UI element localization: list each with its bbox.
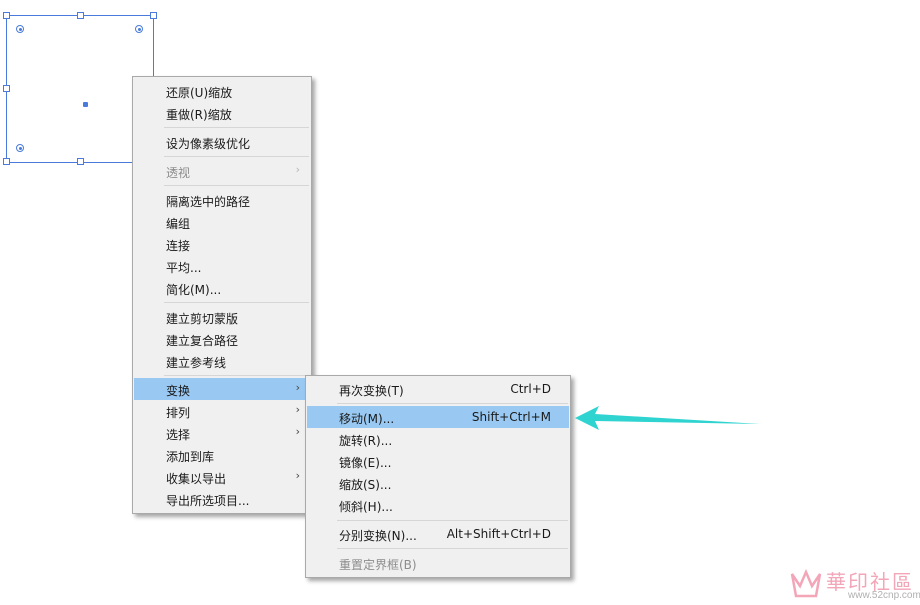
submenu-item-move[interactable]: 移动(M)... Shift+Ctrl+M [307,406,569,428]
menu-item-label: 再次变换(T) [339,384,404,398]
menu-item-simplify[interactable]: 简化(M)... [134,277,310,299]
submenu-item-rotate[interactable]: 旋转(R)... [307,428,569,450]
menu-separator [164,127,309,128]
menu-item-perspective: 透视 › [134,160,310,182]
menu-item-label: 重做(R)缩放 [166,108,232,122]
menu-separator [337,548,568,549]
menu-item-transform[interactable]: 变换 › [134,378,310,400]
annotation-arrow-shape [575,406,760,430]
menu-item-label: 旋转(R)... [339,434,393,448]
menu-separator [337,403,568,404]
menu-item-label: 设为像素级优化 [166,137,251,151]
submenu-arrow-icon: › [295,381,300,394]
menu-item-label: 连接 [166,239,191,253]
menu-item-shortcut: Alt+Shift+Ctrl+D [446,527,551,541]
menu-separator [164,156,309,157]
submenu-item-shear[interactable]: 倾斜(H)... [307,494,569,516]
resize-handle-top-middle[interactable] [77,12,84,19]
submenu-arrow-icon: › [295,469,300,482]
menu-item-label: 建立复合路径 [166,334,239,348]
menu-item-label: 建立参考线 [166,356,227,370]
corner-widget-top-left[interactable] [16,25,24,33]
menu-item-label: 选择 [166,428,191,442]
menu-item-average[interactable]: 平均... [134,255,310,277]
menu-item-label: 隔离选中的路径 [166,195,251,209]
menu-item-make-guides[interactable]: 建立参考线 [134,350,310,372]
menu-item-label: 添加到库 [166,450,215,464]
menu-item-shortcut: Ctrl+D [510,382,551,396]
watermark-logo-icon [790,568,822,598]
submenu-item-reset-bounding-box: 重置定界框(B) [307,552,569,574]
menu-item-label: 镜像(E)... [339,456,392,470]
menu-item-export-selection[interactable]: 导出所选项目... [134,488,310,510]
menu-item-label: 简化(M)... [166,283,222,297]
menu-item-collect-for-export[interactable]: 收集以导出 › [134,466,310,488]
menu-item-arrange[interactable]: 排列 › [134,400,310,422]
transform-submenu: 再次变换(T) Ctrl+D 移动(M)... Shift+Ctrl+M 旋转(… [305,375,571,578]
menu-separator [164,302,309,303]
menu-item-label: 建立剪切蒙版 [166,312,239,326]
center-point [83,102,88,107]
resize-handle-top-left[interactable] [3,12,10,19]
menu-item-pixel-perfect[interactable]: 设为像素级优化 [134,131,310,153]
submenu-item-transform-again[interactable]: 再次变换(T) Ctrl+D [307,378,569,400]
watermark-url: www.52cnp.com [848,590,920,601]
menu-item-undo-scale[interactable]: 还原(U)缩放 [134,80,310,102]
resize-handle-bottom-middle[interactable] [77,158,84,165]
menu-item-join[interactable]: 连接 [134,233,310,255]
menu-item-isolate-path[interactable]: 隔离选中的路径 [134,189,310,211]
menu-separator [337,520,568,521]
menu-separator [164,185,309,186]
context-menu: 还原(U)缩放 重做(R)缩放 设为像素级优化 透视 › 隔离选中的路径 编组 … [132,76,312,514]
menu-item-label: 排列 [166,406,191,420]
annotation-arrow-icon [575,406,760,430]
menu-item-label: 重置定界框(B) [339,558,417,572]
resize-handle-bottom-left[interactable] [3,158,10,165]
submenu-arrow-icon: › [295,425,300,438]
resize-handle-top-right[interactable] [150,12,157,19]
corner-widget-bottom-left[interactable] [16,144,24,152]
watermark: 華印社區 www.52cnp.com [788,566,920,604]
menu-item-select[interactable]: 选择 › [134,422,310,444]
menu-item-redo-scale[interactable]: 重做(R)缩放 [134,102,310,124]
menu-item-label: 分别变换(N)... [339,529,417,543]
menu-item-label: 还原(U)缩放 [166,86,233,100]
menu-item-label: 缩放(S)... [339,478,392,492]
corner-widget-top-right[interactable] [135,25,143,33]
menu-separator [164,375,309,376]
submenu-arrow-icon: › [295,403,300,416]
resize-handle-middle-left[interactable] [3,85,10,92]
menu-item-label: 导出所选项目... [166,494,250,508]
menu-item-label: 透视 [166,166,191,180]
menu-item-label: 倾斜(H)... [339,500,393,514]
menu-item-label: 变换 [166,384,191,398]
submenu-item-reflect[interactable]: 镜像(E)... [307,450,569,472]
submenu-item-scale[interactable]: 缩放(S)... [307,472,569,494]
menu-item-make-compound-path[interactable]: 建立复合路径 [134,328,310,350]
menu-item-label: 编组 [166,217,191,231]
submenu-arrow-icon: › [295,163,300,176]
menu-item-label: 移动(M)... [339,412,395,426]
menu-item-label: 收集以导出 [166,472,227,486]
menu-item-label: 平均... [166,261,202,275]
menu-item-add-to-library[interactable]: 添加到库 [134,444,310,466]
menu-item-group[interactable]: 编组 [134,211,310,233]
menu-item-make-clipping-mask[interactable]: 建立剪切蒙版 [134,306,310,328]
submenu-item-transform-each[interactable]: 分别变换(N)... Alt+Shift+Ctrl+D [307,523,569,545]
menu-item-shortcut: Shift+Ctrl+M [471,410,551,424]
